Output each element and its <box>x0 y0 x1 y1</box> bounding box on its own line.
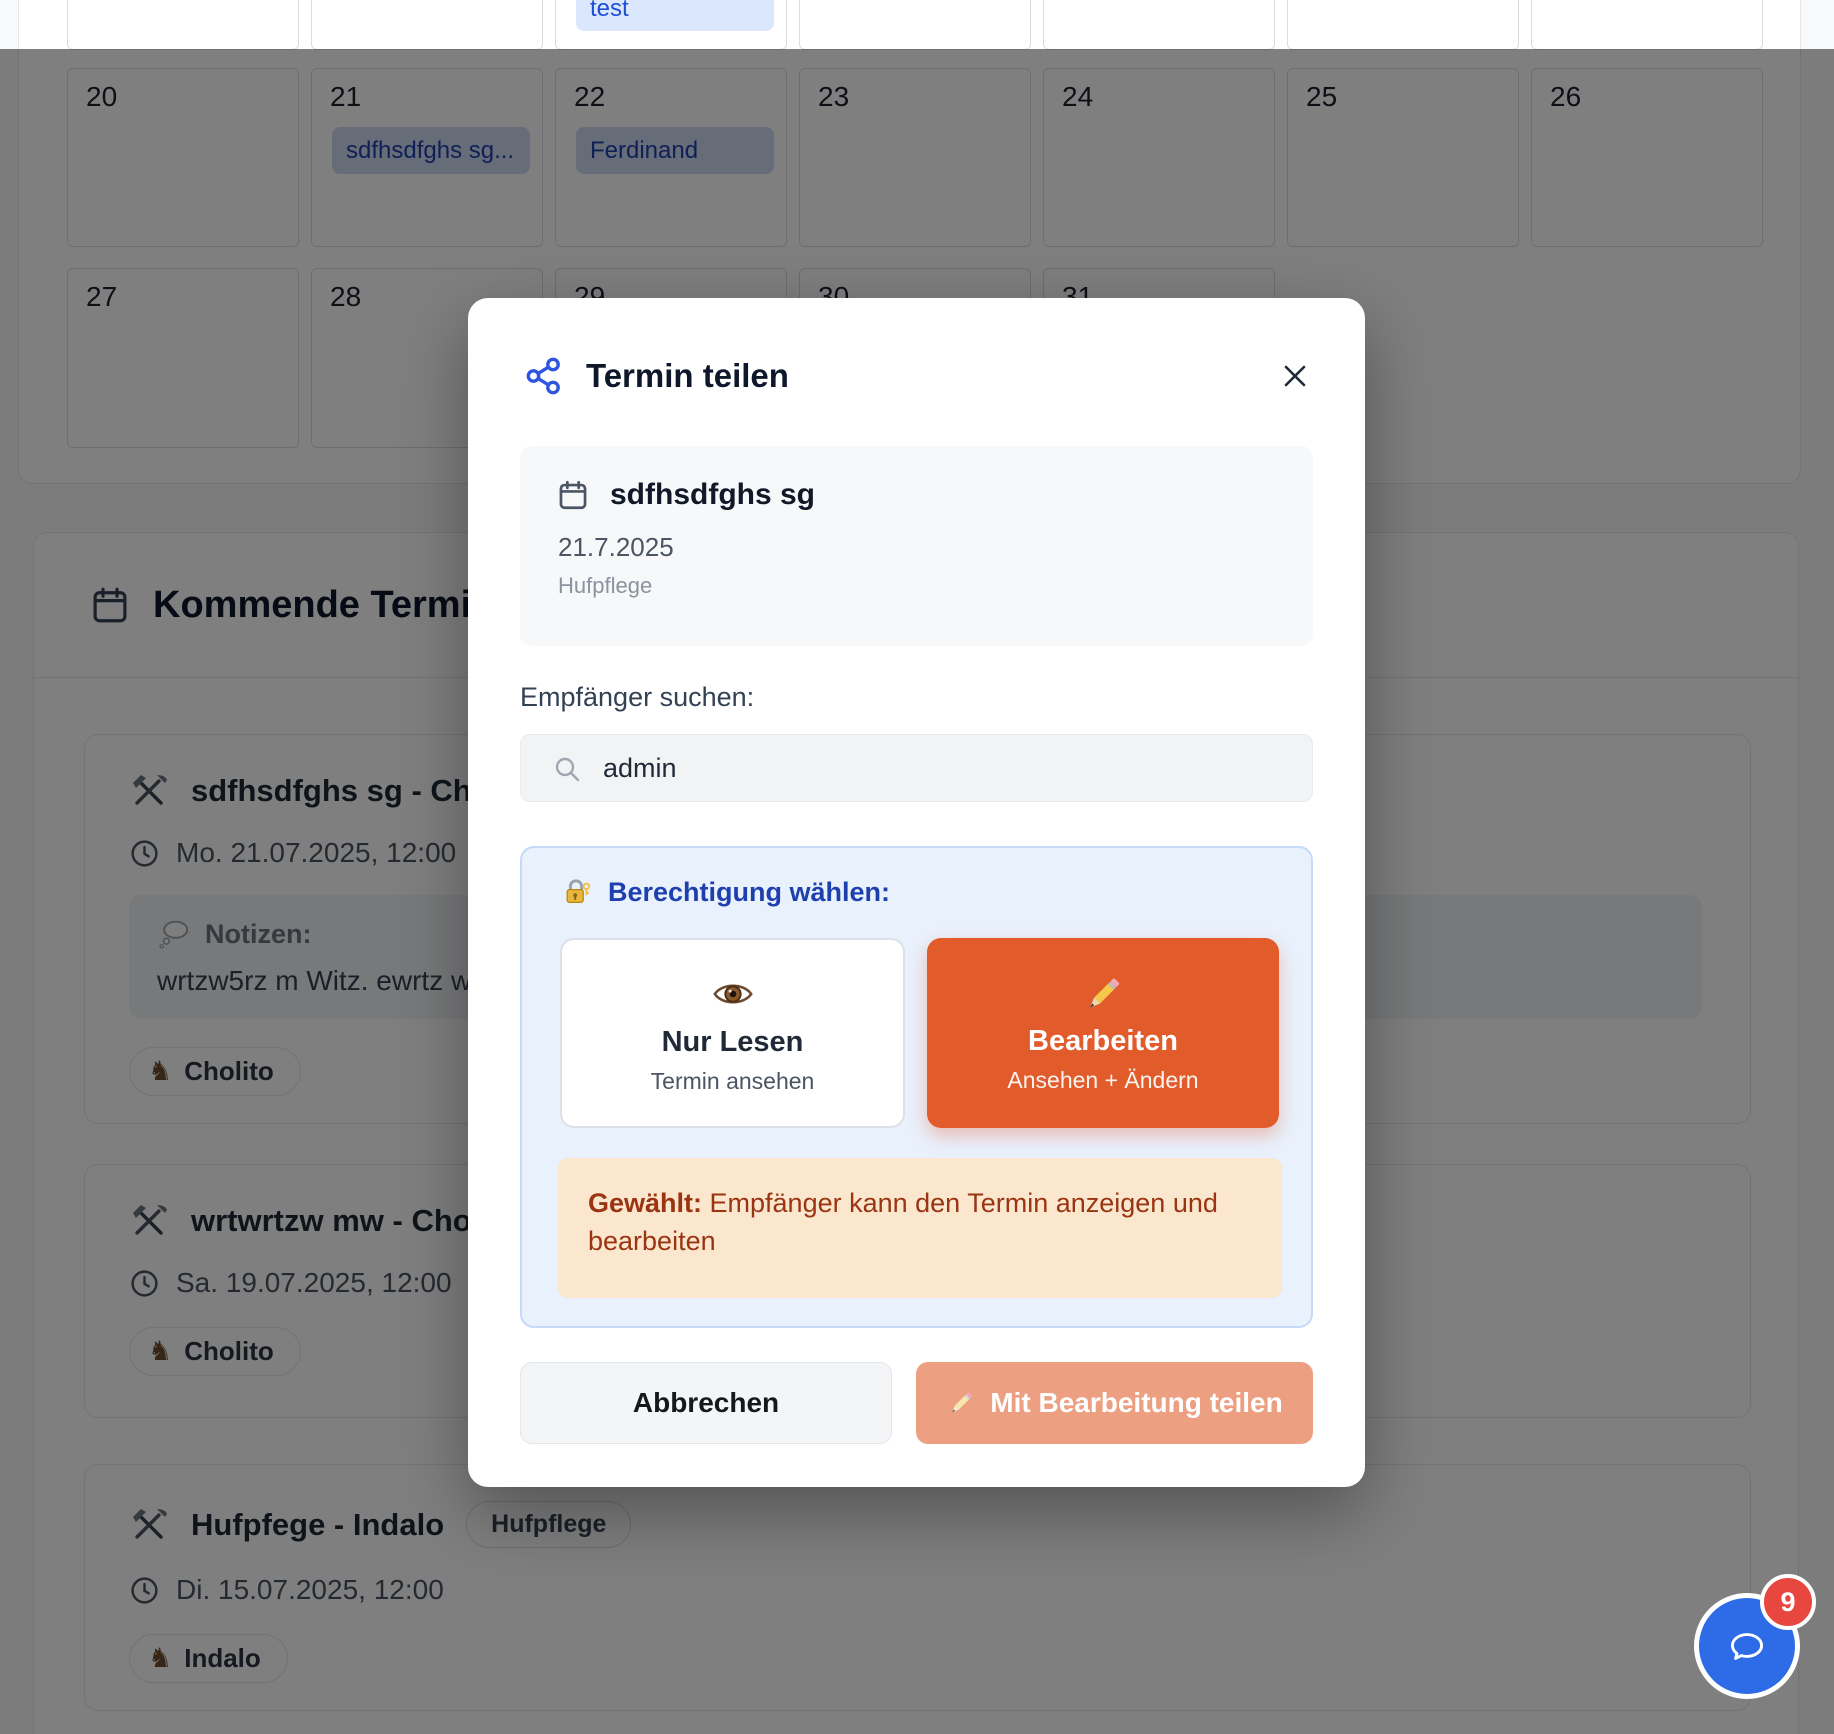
modal-buttons: Abbrechen Mit Bearbeitung teilen <box>520 1362 1313 1444</box>
search-icon <box>552 754 582 784</box>
permission-heading: Berechtigung wählen: <box>560 876 890 908</box>
calendar-cell[interactable] <box>799 0 1031 50</box>
speech-bubble-icon <box>1722 1621 1772 1671</box>
calendar-cell[interactable] <box>67 0 299 50</box>
close-icon[interactable] <box>1275 356 1315 396</box>
calendar-event-pill[interactable]: test <box>576 0 774 31</box>
share-with-edit-button[interactable]: Mit Bearbeitung teilen <box>916 1362 1313 1444</box>
permission-option-edit[interactable]: Bearbeiten Ansehen + Ändern <box>927 938 1279 1128</box>
edit-title: Bearbeiten <box>1028 1025 1178 1058</box>
share-icon <box>524 356 564 396</box>
calendar-cell[interactable] <box>1287 0 1519 50</box>
permission-option-read-only[interactable]: Nur Lesen Termin ansehen <box>560 938 905 1128</box>
calendar-cell[interactable] <box>311 0 543 50</box>
share-modal: Termin teilen sdfhsdfghs sg 21.7.2025 Hu… <box>468 298 1365 1487</box>
lock-icon <box>560 876 592 908</box>
event-summary: sdfhsdfghs sg 21.7.2025 Hufpflege <box>520 446 1313 646</box>
calendar-cell[interactable] <box>1043 0 1275 50</box>
chosen-note-prefix: Gewählt: <box>588 1188 702 1218</box>
modal-header: Termin teilen <box>524 356 1315 396</box>
permission-heading-text: Berechtigung wählen: <box>608 877 890 908</box>
recipient-search <box>520 734 1313 802</box>
pencil-icon <box>1081 972 1125 1016</box>
share-with-edit-label: Mit Bearbeitung teilen <box>990 1387 1282 1419</box>
cancel-button[interactable]: Abbrechen <box>520 1362 892 1444</box>
read-only-subtitle: Termin ansehen <box>651 1068 815 1095</box>
event-category: Hufpflege <box>558 573 1277 599</box>
calendar-cell[interactable]: test <box>555 0 787 50</box>
read-only-title: Nur Lesen <box>662 1026 804 1059</box>
event-name: sdfhsdfghs sg <box>610 478 815 512</box>
modal-title: Termin teilen <box>586 357 789 395</box>
edit-subtitle: Ansehen + Ändern <box>1007 1067 1198 1094</box>
app-screen: test2021sdfhsdfghs sg...22Ferdinand23242… <box>0 0 1834 1734</box>
event-date: 21.7.2025 <box>558 532 1277 563</box>
calendar-icon <box>556 478 590 512</box>
chat-unread-badge: 9 <box>1760 1574 1816 1630</box>
eye-icon <box>710 971 756 1017</box>
permission-section: Berechtigung wählen: Nur Lesen Termin an… <box>520 846 1313 1328</box>
recipient-search-label: Empfänger suchen: <box>520 682 754 713</box>
pencil-icon <box>946 1388 976 1418</box>
calendar-cell[interactable] <box>1531 0 1763 50</box>
permission-chosen-note: Gewählt: Empfänger kann den Termin anzei… <box>558 1158 1282 1298</box>
recipient-search-input[interactable] <box>520 734 1313 802</box>
event-summary-head: sdfhsdfghs sg <box>556 478 1277 512</box>
